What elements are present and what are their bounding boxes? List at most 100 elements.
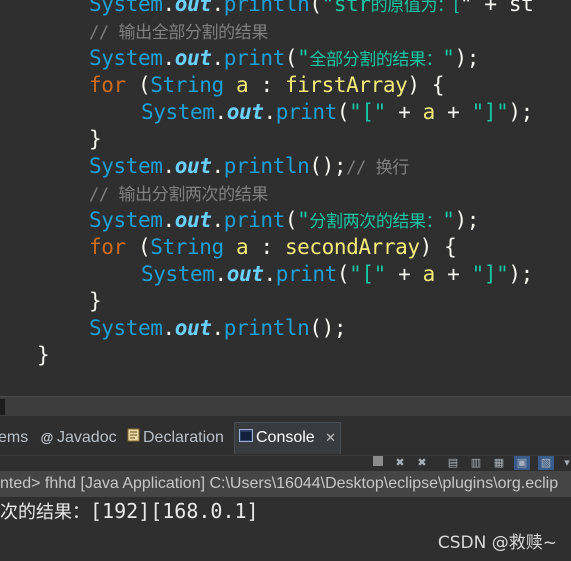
code-token: firstArray <box>284 73 408 97</box>
code-token: . <box>162 0 175 16</box>
code-token: (); <box>309 154 347 178</box>
code-token: for <box>89 235 126 259</box>
code-token: } <box>89 127 102 151</box>
scroll-lock-icon[interactable]: ▥ <box>468 456 484 470</box>
code-token: out <box>226 100 264 124</box>
code-token: // <box>89 185 119 205</box>
code-token: . <box>214 262 227 286</box>
horizontal-scrollbar[interactable] <box>0 396 571 416</box>
code-token: ( <box>125 73 151 97</box>
code-token: System <box>141 100 215 124</box>
code-token: secondArray <box>284 235 420 259</box>
code-token: ( <box>284 46 298 70</box>
console-icon <box>239 423 253 453</box>
code-token: 分割两次的结果： <box>309 212 443 232</box>
code-token: str <box>333 0 371 16</box>
at-icon: @ <box>40 430 54 445</box>
code-token: " <box>442 46 455 70</box>
code-line: System.out.println("str的原值为：[" + st <box>89 0 534 18</box>
code-token: . <box>162 46 175 70</box>
code-line: System.out.print("[" + a + "]"); <box>141 99 533 126</box>
code-token: System <box>89 46 163 70</box>
code-token: print <box>223 46 286 70</box>
code-editor[interactable]: System.out.println("str的原值为：[" + st // 输出… <box>0 0 571 368</box>
tab-problems[interactable]: ems <box>0 424 28 452</box>
code-token: print <box>223 208 286 232</box>
code-token: . <box>211 208 224 232</box>
editor-bottom-margin <box>0 368 571 395</box>
code-token: } <box>37 343 50 367</box>
code-line: } <box>89 126 102 153</box>
code-token: "]" <box>471 262 509 286</box>
code-token: println <box>223 0 310 16</box>
code-token: a <box>223 73 249 97</box>
code-token: . <box>162 208 175 232</box>
console-output-line: 次的结果：[192][168.0.1] <box>0 497 259 525</box>
code-token: print <box>275 262 338 286</box>
code-token: println <box>223 316 310 340</box>
code-token: a <box>223 235 249 259</box>
code-token: a <box>422 262 436 286</box>
code-line: } <box>89 288 102 315</box>
code-token: . <box>211 316 224 340</box>
code-token: ( <box>309 0 322 16</box>
code-token: (); <box>309 316 347 340</box>
remove-all-terminated-icon[interactable]: ✖ <box>414 456 430 470</box>
code-token: // <box>89 23 119 43</box>
code-line: } <box>37 342 50 368</box>
display-selected-console-icon[interactable]: ▧ <box>538 456 554 470</box>
code-line: System.out.print("[" + a + "]"); <box>141 261 533 288</box>
code-token: out <box>174 208 212 232</box>
code-line: System.out.print("全部分割的结果："); <box>89 45 479 72</box>
code-token: + <box>434 100 472 124</box>
code-token: " <box>442 208 455 232</box>
code-token: out <box>174 0 212 16</box>
terminate-icon[interactable] <box>370 456 386 470</box>
code-token: 全部分割的结果： <box>309 50 443 70</box>
pin-console-icon[interactable]: ▣ <box>514 456 530 470</box>
console-output-values: [192][168.0.1] <box>90 499 259 523</box>
code-token: . <box>211 0 224 16</box>
code-token: . <box>214 100 227 124</box>
console-process-label: nted> fhhd [Java Application] C:\Users\1… <box>0 471 571 497</box>
code-line: // 输出分割两次的结果 <box>89 180 268 207</box>
code-token: ( <box>125 235 151 259</box>
code-token: ); <box>454 46 479 70</box>
code-line: for (String a : secondArray) { <box>89 234 457 261</box>
remove-launch-icon[interactable]: ✖ <box>392 456 408 470</box>
code-token: ( <box>284 208 298 232</box>
code-token: " <box>297 208 310 232</box>
chevron-down-icon[interactable]: ▾ <box>559 456 571 470</box>
view-tab-bar: ems @ Javadoc Declaration Console ✕ <box>0 416 571 456</box>
code-token: . <box>211 46 224 70</box>
close-icon[interactable]: ✕ <box>325 431 336 446</box>
tab-javadoc[interactable]: @ Javadoc <box>40 424 117 452</box>
code-token: System <box>141 262 215 286</box>
csdn-watermark: CSDN @救赎~ <box>437 533 557 553</box>
code-token: a <box>422 100 436 124</box>
tab-console[interactable]: Console ✕ <box>234 422 342 454</box>
code-token: "[" <box>349 100 386 124</box>
code-token: System <box>89 316 163 340</box>
console-toolbar: ✖ ✖ ▤ ▥ ▦ ▣ ▧ ▾ <box>0 456 571 470</box>
code-token: } <box>89 289 102 313</box>
tab-problems-label: ems <box>0 429 29 446</box>
tab-declaration-label: Declaration <box>143 429 224 446</box>
code-token: ( <box>336 262 350 286</box>
code-token: ); <box>454 208 479 232</box>
code-line: System.out.print("分割两次的结果："); <box>89 207 479 234</box>
code-token: " <box>297 46 310 70</box>
clear-console-icon[interactable]: ▤ <box>445 456 461 470</box>
console-output-area[interactable]: 次的结果：[192][168.0.1] CSDN @救赎~ <box>0 497 571 561</box>
tab-javadoc-label: Javadoc <box>57 429 117 446</box>
code-token: ) { <box>407 73 445 97</box>
code-token: ); <box>508 262 533 286</box>
tab-declaration[interactable]: Declaration <box>126 424 224 452</box>
code-token: for <box>89 73 126 97</box>
code-token: ( <box>336 100 350 124</box>
code-token: System <box>89 208 163 232</box>
code-line: System.out.println();// 换行 <box>89 153 409 180</box>
word-wrap-icon[interactable]: ▦ <box>491 456 507 470</box>
code-token: ); <box>508 100 533 124</box>
scrollbar-thumb[interactable] <box>0 399 5 415</box>
